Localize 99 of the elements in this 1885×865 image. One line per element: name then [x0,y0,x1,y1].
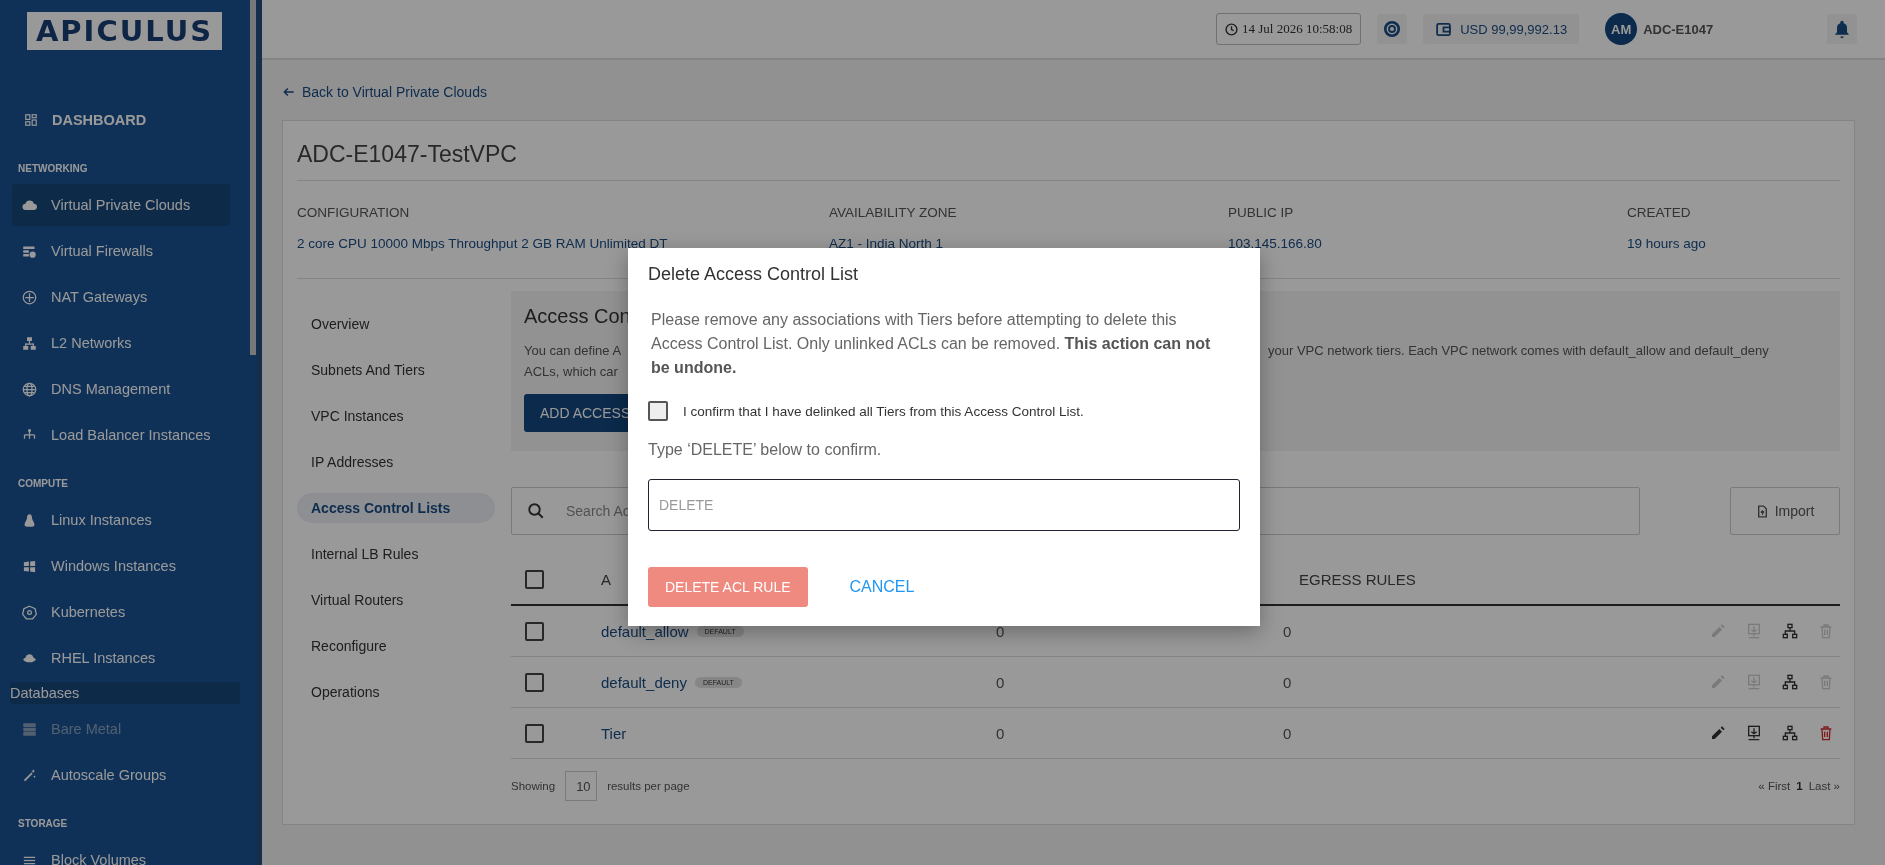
checkbox[interactable] [525,621,544,641]
globe-icon [22,381,37,397]
nav-item[interactable]: Windows Instances [12,545,230,587]
checkbox[interactable] [525,672,544,692]
detail-value: AZ1 - India North 1 [829,236,945,251]
nav-item[interactable]: Block Volumes [12,839,230,865]
network-icon [22,335,37,351]
tab[interactable]: VPC Instances [297,401,495,431]
detail-label: CREATED [1627,205,1692,220]
confirm-input-field[interactable]: DELETE [648,479,1240,531]
account-name[interactable]: ADC-E1047 [1643,21,1714,37]
tab[interactable]: Subnets And Tiers [297,355,495,385]
nav-item[interactable]: Autoscale Groups [12,754,230,796]
nav-item[interactable]: RHEL Instances [12,637,230,679]
search-icon [527,502,545,520]
windows-icon [22,558,37,574]
column-header: A [601,570,611,588]
table-cell-text: 0 [995,622,1006,640]
nav-item[interactable]: Virtual Firewalls [12,230,230,272]
acl-name-link[interactable]: default_deny [601,673,687,691]
trash-icon[interactable] [1818,725,1834,741]
checkbox-label: I confirm that I have delinked all Tiers from this Access Control List. [683,403,1084,419]
scrollbar[interactable] [250,0,256,355]
bell-icon [1832,19,1852,39]
cloud-icon [22,197,37,213]
wallet-icon [1435,20,1453,38]
dialog-message: Please remove any associations with Tiers before attempting to delete this Access Control List. Only unlinked ACLs can be removed. This action can not be undone. [650,310,1212,378]
import-button[interactable]: Import [1730,487,1840,535]
nav-item[interactable]: Load Balancer Instances [12,414,230,456]
sitemap-icon[interactable] [1782,623,1798,639]
section-heading: STORAGE [18,818,68,829]
nav-item[interactable]: DNS Management [12,368,230,410]
page-size-field[interactable]: 10 [565,771,598,801]
info-text: ACLs, which car [524,363,619,381]
sitemap-icon[interactable] [1782,674,1798,690]
pencil-icon[interactable] [1710,725,1726,741]
table-cell-text: 0 [1282,673,1293,691]
date-time-text: 14 Jul 2026 10:58:08 [1242,21,1353,37]
checkbox[interactable] [648,401,668,421]
detail-value: 19 hours ago [1627,236,1707,251]
tab[interactable]: Operations [297,677,495,707]
notifications-button[interactable] [1827,14,1857,44]
magic-wand-icon [22,767,37,783]
tab[interactable]: Access Control Lists [297,493,495,523]
section-heading: COMPUTE [18,478,68,489]
detail-value: 103.145.166.80 [1228,236,1323,251]
acl-name-link[interactable]: default_allow [601,622,689,640]
nav-item[interactable]: NAT Gateways [12,276,230,318]
clock-icon [1225,22,1238,36]
table-cell-text: 0 [1282,724,1293,742]
table-cell-text: 0 [995,673,1006,691]
dashboard-label: DASHBOARD [52,112,147,128]
checkbox[interactable] [525,723,544,743]
page-number[interactable]: 1 [1796,780,1803,792]
dialog-hint: Type ‘DELETE’ below to confirm. [648,441,883,459]
logo: APICULUS [27,12,222,50]
info-text: You can define A [524,342,623,360]
vpc-title: ADC-E1047-TestVPC [297,121,1840,181]
nav-item[interactable]: Databases [10,682,240,704]
column-header: EGRESS RULES [1298,570,1417,588]
table-cell-text: 0 [995,724,1006,742]
tab[interactable]: Overview [297,309,495,339]
server-icon [22,721,37,737]
lifebuoy-icon [1383,20,1402,38]
balance-text: USD 99,99,992.13 [1460,21,1568,37]
nav-item[interactable]: L2 Networks [12,322,230,364]
detail-label: CONFIGURATION [297,205,411,220]
back-link[interactable]: Back to Virtual Private Clouds [282,82,487,102]
cancel-button[interactable]: CANCEL [849,578,915,596]
file-upload-icon [1755,504,1769,518]
last-page-link[interactable]: Last » [1808,780,1840,792]
nav-item[interactable]: Kubernetes [12,591,230,633]
sitemap-icon[interactable] [1782,725,1798,741]
checkbox[interactable] [525,569,544,589]
wallet-balance[interactable]: USD 99,99,992.13 [1423,14,1580,44]
pager-text: Showing [511,780,556,792]
arrow-left-icon [282,85,296,99]
penguin-icon [22,512,37,528]
monitor-download-icon[interactable] [1746,725,1762,741]
section-heading: NETWORKING [18,163,88,174]
tab[interactable]: Virtual Routers [297,585,495,615]
support-button[interactable] [1377,14,1408,44]
detail-value: 2 core CPU 10000 Mbps Throughput 2 GB RAM Unlimited DT [297,236,669,251]
detail-label: AVAILABILITY ZONE [829,205,958,220]
grid-icon [24,113,38,127]
pager-text: results per page [607,780,690,792]
tab[interactable]: IP Addresses [297,447,495,477]
tab[interactable]: Internal LB Rules [297,539,495,569]
detail-label: PUBLIC IP [1228,205,1295,220]
dialog-title: Delete Access Control List [648,264,860,285]
acl-name-link[interactable]: Tier [601,724,627,742]
tab[interactable]: Reconfigure [297,631,495,661]
info-text: your VPC network tiers. Each VPC network comes with default_allow and default_deny [1268,342,1770,360]
first-page-link[interactable]: « First [1758,780,1791,792]
table-cell-text: 0 [1282,622,1293,640]
nav-item[interactable]: Virtual Private Clouds [12,184,230,226]
nav-item[interactable]: DASHBOARD [12,106,147,134]
avatar[interactable]: AM [1605,13,1638,45]
nav-item[interactable]: Linux Instances [12,499,230,541]
